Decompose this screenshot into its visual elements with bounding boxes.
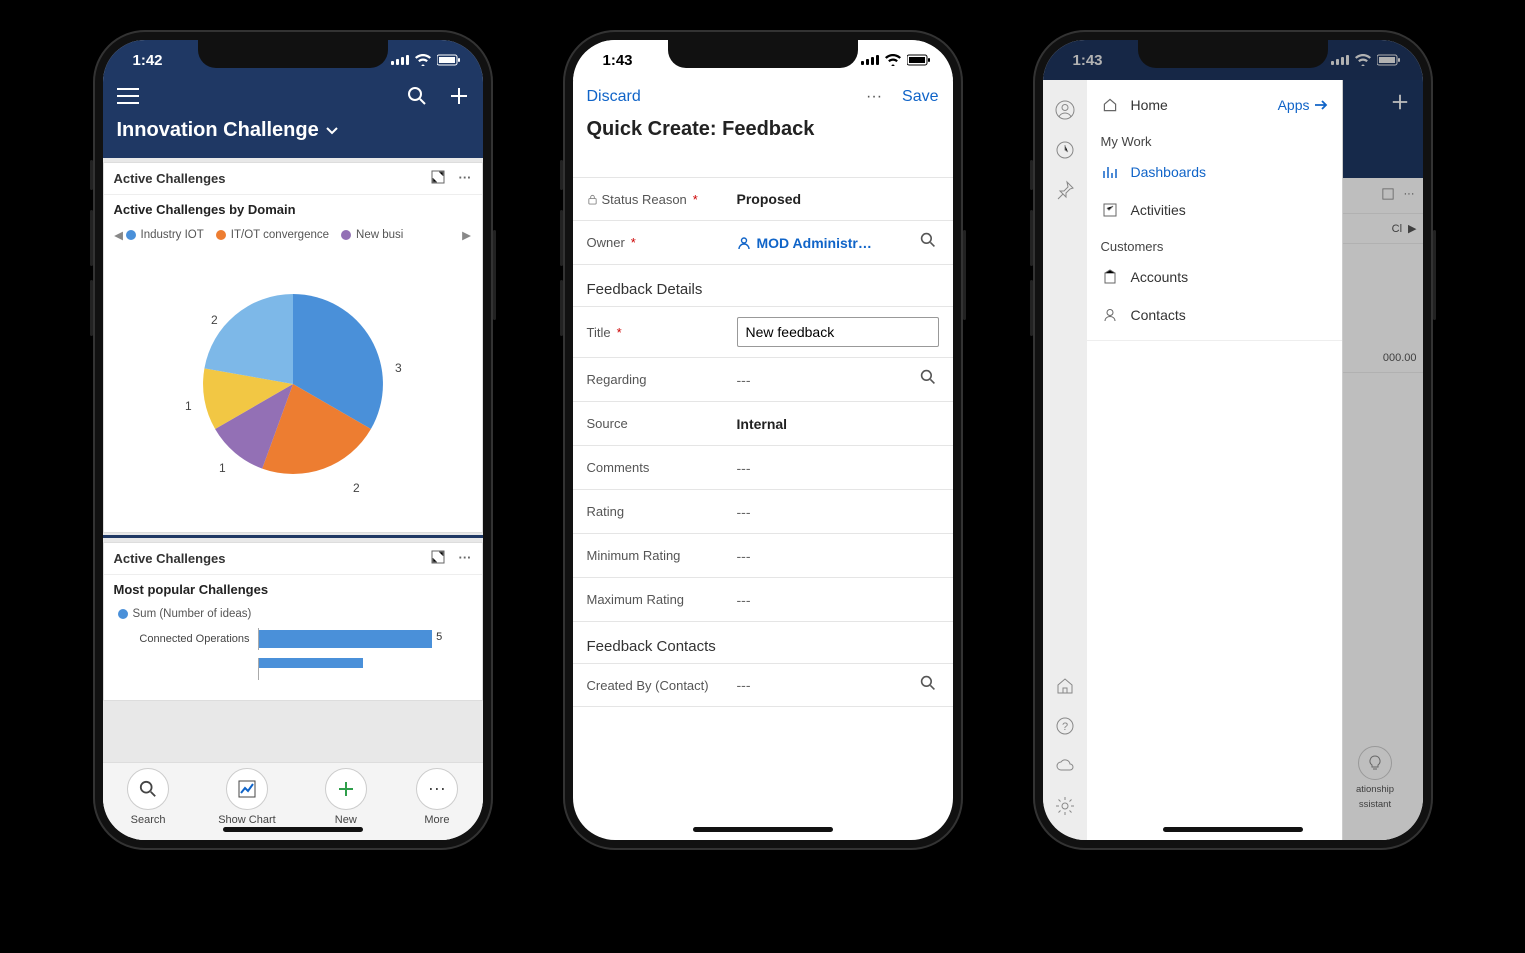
page-title-dropdown[interactable]: Innovation Challenge	[103, 113, 483, 158]
svg-text:2: 2	[211, 313, 218, 327]
svg-text:?: ?	[1061, 721, 1067, 733]
search-icon[interactable]	[407, 86, 427, 111]
card-subtitle: Active Challenges by Domain	[104, 195, 482, 224]
legend-right-arrow[interactable]: ▶	[460, 228, 474, 242]
battery-icon	[1377, 54, 1401, 66]
svg-text:1: 1	[219, 461, 226, 475]
drawer-section-customers: Customers	[1087, 229, 1342, 258]
chevron-down-icon	[325, 119, 339, 142]
drawer-home-row[interactable]: Home Apps	[1087, 86, 1342, 124]
card-popular-challenges-bar: Active Challenges ··· Most popular Chall…	[103, 542, 483, 701]
drawer-item-activities[interactable]: Activities	[1087, 191, 1342, 229]
status-time: 1:43	[603, 52, 633, 69]
lookup-search-icon[interactable]	[917, 675, 939, 696]
section-feedback-details: Feedback Details	[573, 265, 953, 306]
battery-icon	[907, 54, 931, 66]
lookup-search-icon[interactable]	[917, 232, 939, 253]
drawer-item-dashboards[interactable]: Dashboards	[1087, 153, 1342, 191]
card-subtitle: Most popular Challenges	[104, 575, 482, 604]
title-input[interactable]	[737, 317, 939, 347]
tab-more[interactable]: ··· More	[416, 768, 458, 826]
field-min-rating[interactable]: Minimum Rating ---	[573, 534, 953, 578]
contacts-icon	[1101, 306, 1119, 324]
status-time: 1:43	[1073, 52, 1103, 69]
rail-recent-icon[interactable]	[1043, 130, 1087, 170]
svg-text:2: 2	[353, 481, 360, 495]
field-source[interactable]: Source Internal	[573, 402, 953, 446]
field-comments[interactable]: Comments ---	[573, 446, 953, 490]
expand-icon[interactable]	[431, 170, 445, 187]
field-status-reason[interactable]: Status Reason* Proposed	[573, 177, 953, 221]
rail-pin-icon[interactable]	[1043, 170, 1087, 210]
svg-text:3: 3	[395, 361, 402, 375]
lookup-search-icon[interactable]	[917, 369, 939, 390]
wifi-icon	[1355, 54, 1371, 66]
status-icons	[391, 54, 461, 66]
field-title[interactable]: Title*	[573, 306, 953, 358]
field-max-rating[interactable]: Maximum Rating ---	[573, 578, 953, 622]
drawer-item-accounts[interactable]: Accounts	[1087, 258, 1342, 296]
field-owner[interactable]: Owner* MOD Administr…	[573, 221, 953, 265]
card-title: Active Challenges	[114, 171, 226, 186]
legend-left-arrow[interactable]: ◀	[112, 228, 126, 242]
discard-button[interactable]: Discard	[587, 88, 641, 106]
person-icon	[737, 236, 751, 250]
bar-chart: Connected Operations 5	[104, 624, 482, 700]
drawer-section-mywork: My Work	[1087, 124, 1342, 153]
wifi-icon	[885, 54, 901, 66]
save-button[interactable]: Save	[902, 88, 938, 106]
lock-icon	[587, 194, 598, 205]
apps-link[interactable]: Apps	[1278, 97, 1328, 113]
dashboard-body: Active Challenges ··· Active Challenges …	[103, 158, 483, 840]
field-regarding[interactable]: Regarding ---	[573, 358, 953, 402]
dashboards-icon	[1101, 163, 1119, 181]
form-title: Quick Create: Feedback	[573, 114, 953, 151]
nav-drawer: ? Home Apps My Work	[1043, 80, 1343, 840]
app-header: Innovation Challenge	[103, 80, 483, 158]
pie-chart: 3 2 1 1 2	[153, 264, 433, 504]
more-icon[interactable]: ···	[866, 88, 882, 106]
legend-item[interactable]: Industry IOT	[126, 229, 204, 241]
svg-text:1: 1	[185, 399, 192, 413]
form-header: Discard ··· Save	[573, 80, 953, 114]
home-icon	[1101, 96, 1119, 114]
more-icon[interactable]: ···	[459, 550, 472, 567]
tab-show-chart[interactable]: Show Chart	[218, 768, 275, 826]
legend-item[interactable]: IT/OT convergence	[216, 229, 329, 241]
rail-cloud-icon[interactable]	[1043, 746, 1087, 786]
card-title: Active Challenges	[114, 551, 226, 566]
page-title: Innovation Challenge	[117, 119, 319, 142]
tab-search[interactable]: Search	[127, 768, 169, 826]
more-icon[interactable]: ···	[459, 170, 472, 187]
signal-icon	[861, 55, 879, 65]
wifi-icon	[415, 54, 431, 66]
accounts-icon	[1101, 268, 1119, 286]
rail-help-icon[interactable]: ?	[1043, 706, 1087, 746]
activities-icon	[1101, 201, 1119, 219]
battery-icon	[437, 54, 461, 66]
field-rating[interactable]: Rating ---	[573, 490, 953, 534]
plus-icon[interactable]	[449, 86, 469, 111]
drawer-item-contacts[interactable]: Contacts	[1087, 296, 1342, 334]
rail-profile-icon[interactable]	[1043, 90, 1087, 130]
rail-settings-icon[interactable]	[1043, 786, 1087, 826]
legend-item[interactable]: New busi	[341, 229, 403, 241]
pie-legend: ◀ Industry IOT IT/OT convergence New bus…	[104, 224, 482, 246]
field-created-by[interactable]: Created By (Contact) ---	[573, 663, 953, 707]
nav-rail: ?	[1043, 80, 1087, 840]
rail-home-icon[interactable]	[1043, 666, 1087, 706]
tab-new[interactable]: New	[325, 768, 367, 826]
expand-icon[interactable]	[431, 550, 445, 567]
legend-item: Sum (Number of ideas)	[118, 608, 252, 620]
section-feedback-contacts: Feedback Contacts	[573, 622, 953, 663]
phone-3: 1:43 ··· Cl▶ 000.00 ati	[1033, 30, 1433, 850]
phone-1: 1:42 Innovation Challenge	[93, 30, 493, 850]
phone-2: 1:43 Discard ··· Save Quick Create: Feed…	[563, 30, 963, 850]
signal-icon	[1331, 55, 1349, 65]
card-active-challenges-pie: Active Challenges ··· Active Challenges …	[103, 162, 483, 533]
signal-icon	[391, 55, 409, 65]
status-time: 1:42	[133, 52, 163, 69]
hamburger-icon[interactable]	[117, 87, 139, 110]
arrow-right-icon	[1314, 99, 1328, 111]
